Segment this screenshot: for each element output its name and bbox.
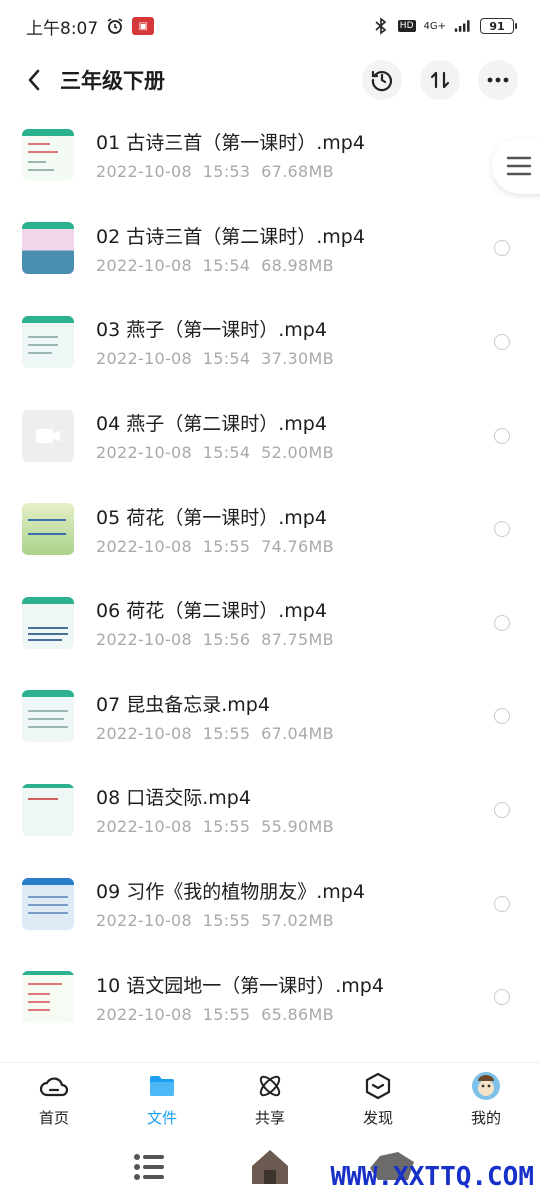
video-thumbnail — [22, 690, 74, 743]
hamburger-menu-icon — [506, 156, 532, 176]
watermark-text: WWW.XXTTQ.COM — [330, 1162, 535, 1192]
video-thumbnail — [22, 971, 74, 1024]
file-name: 07 昆虫备忘录.mp4 — [96, 693, 270, 716]
file-meta: 2022-10-08 15:55 67.04MB — [96, 723, 334, 743]
hd-badge: HD — [397, 20, 416, 32]
file-name: 10 语文园地一（第一课时）.mp4 — [96, 974, 384, 997]
file-name: 05 荷花（第一课时）.mp4 — [96, 506, 327, 529]
video-thumbnail — [22, 596, 74, 649]
file-meta: 2022-10-08 15:54 68.98MB — [96, 255, 334, 275]
file-meta: 2022-10-08 15:55 74.76MB — [96, 536, 334, 556]
video-thumbnail — [22, 128, 74, 181]
select-radio[interactable] — [494, 521, 510, 538]
select-radio[interactable] — [494, 614, 510, 631]
system-nav-bar: WWW.XXTTQ.COM — [0, 1136, 540, 1200]
nav-share[interactable]: 共享 — [216, 1063, 324, 1136]
select-radio[interactable] — [494, 333, 510, 350]
status-time: 上午8:07 — [26, 18, 99, 39]
nav-home[interactable]: 首页 — [0, 1063, 108, 1136]
video-placeholder-icon — [22, 409, 74, 462]
video-thumbnail — [22, 222, 74, 275]
file-name: 06 荷花（第二课时）.mp4 — [96, 600, 327, 623]
file-meta: 2022-10-08 15:55 55.90MB — [96, 817, 334, 837]
battery-indicator: 91 — [480, 18, 517, 34]
file-item[interactable]: 08 口语交际.mp4 2022-10-08 15:55 55.90MB — [0, 763, 540, 857]
app-notification-icon: ▣ — [132, 17, 155, 35]
status-bar: 上午8:07 ▣ HD 4G+ 91 — [0, 0, 540, 52]
page-header: 三年级下册 — [0, 52, 540, 108]
network-type: 4G+ — [423, 20, 447, 32]
file-item[interactable]: 10 语文园地一（第一课时）.mp4 2022-10-08 15:55 65.8… — [0, 950, 540, 1044]
history-icon — [371, 70, 393, 92]
home-cloud-icon — [39, 1071, 69, 1101]
file-meta: 2022-10-08 15:54 52.00MB — [96, 443, 334, 463]
alarm-icon — [106, 17, 124, 35]
video-thumbnail — [22, 315, 74, 368]
history-button[interactable] — [362, 60, 402, 100]
file-meta: 2022-10-08 15:55 65.86MB — [96, 1004, 334, 1024]
select-radio[interactable] — [494, 427, 510, 444]
page-title: 三年级下册 — [60, 69, 165, 93]
chevron-left-icon — [28, 69, 40, 91]
select-radio[interactable] — [494, 989, 510, 1006]
nav-label: 共享 — [254, 1109, 285, 1127]
select-radio[interactable] — [494, 240, 510, 257]
side-menu-tab[interactable] — [492, 138, 540, 194]
file-item[interactable]: 07 昆虫备忘录.mp4 2022-10-08 15:55 67.04MB — [0, 670, 540, 764]
select-radio[interactable] — [494, 895, 510, 912]
select-radio[interactable] — [494, 801, 510, 818]
home-house-icon[interactable] — [248, 1144, 292, 1192]
signal-icon — [454, 17, 472, 35]
file-meta: 2022-10-08 15:55 57.02MB — [96, 911, 334, 931]
sort-button[interactable] — [420, 60, 460, 100]
file-item[interactable]: 04 燕子（第二课时）.mp4 2022-10-08 15:54 52.00MB — [0, 389, 540, 483]
file-item[interactable]: 06 荷花（第二课时）.mp4 2022-10-08 15:56 87.75MB — [0, 576, 540, 670]
video-thumbnail — [22, 877, 74, 930]
file-item[interactable]: 09 习作《我的植物朋友》.mp4 2022-10-08 15:55 57.02… — [0, 857, 540, 951]
discover-box-icon — [363, 1071, 393, 1101]
file-item[interactable]: 01 古诗三首（第一课时）.mp4 2022-10-08 15:53 67.68… — [0, 108, 540, 202]
recent-apps-icon[interactable] — [132, 1150, 166, 1188]
bottom-nav: 首页 文件 共享 发现 我的 — [0, 1062, 540, 1136]
share-atom-icon — [255, 1071, 285, 1101]
avatar-icon — [471, 1071, 501, 1101]
nav-discover[interactable]: 发现 — [324, 1063, 432, 1136]
nav-label: 首页 — [38, 1109, 69, 1127]
nav-files[interactable]: 文件 — [108, 1063, 216, 1136]
file-name: 02 古诗三首（第二课时）.mp4 — [96, 225, 365, 248]
file-name: 01 古诗三首（第一课时）.mp4 — [96, 132, 365, 155]
nav-label: 发现 — [362, 1109, 393, 1127]
file-meta: 2022-10-08 15:54 37.30MB — [96, 349, 334, 369]
file-item[interactable]: 03 燕子（第一课时）.mp4 2022-10-08 15:54 37.30MB — [0, 295, 540, 389]
folder-icon — [147, 1071, 177, 1101]
video-thumbnail — [22, 783, 74, 836]
file-meta: 2022-10-08 15:56 87.75MB — [96, 630, 334, 650]
file-list: 01 古诗三首（第一课时）.mp4 2022-10-08 15:53 67.68… — [0, 108, 540, 1044]
bluetooth-icon — [372, 17, 390, 35]
file-meta: 2022-10-08 15:53 67.68MB — [96, 162, 334, 182]
file-item[interactable]: 05 荷花（第一课时）.mp4 2022-10-08 15:55 74.76MB — [0, 482, 540, 576]
nav-label: 我的 — [470, 1109, 501, 1127]
file-name: 04 燕子（第二课时）.mp4 — [96, 413, 327, 436]
nav-me[interactable]: 我的 — [432, 1063, 540, 1136]
nav-label: 文件 — [146, 1109, 177, 1127]
file-name: 08 口语交际.mp4 — [96, 787, 251, 810]
video-thumbnail — [22, 503, 74, 556]
file-item[interactable]: 02 古诗三首（第二课时）.mp4 2022-10-08 15:54 68.98… — [0, 202, 540, 296]
back-button[interactable] — [22, 64, 46, 96]
sort-arrows-icon — [430, 71, 450, 89]
select-radio[interactable] — [494, 708, 510, 725]
more-dots-icon — [487, 77, 509, 83]
more-button[interactable] — [478, 60, 518, 100]
file-name: 09 习作《我的植物朋友》.mp4 — [96, 881, 365, 904]
file-name: 03 燕子（第一课时）.mp4 — [96, 319, 327, 342]
